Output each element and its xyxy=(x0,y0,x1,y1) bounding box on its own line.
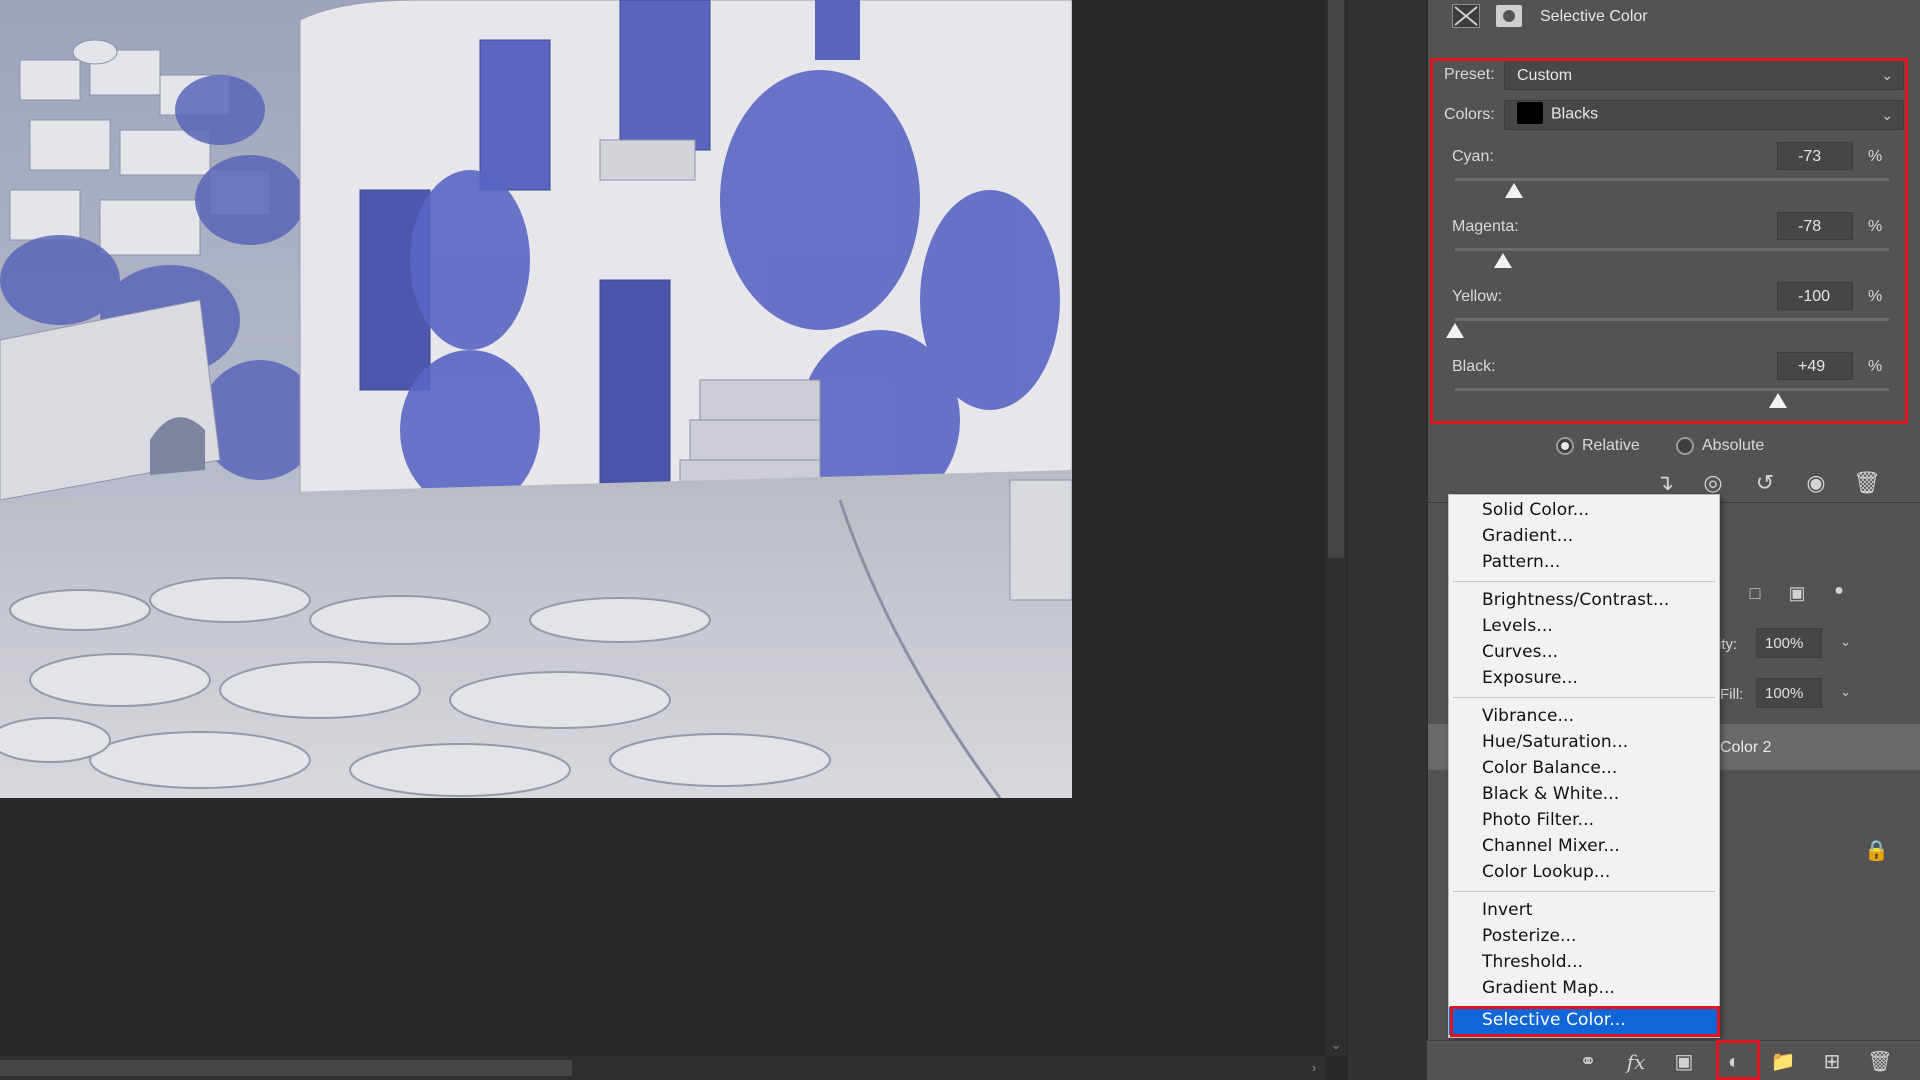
menu-item-pattern[interactable]: Pattern... xyxy=(1449,549,1719,575)
magenta-slider-track[interactable] xyxy=(1455,248,1889,251)
fill-label: Fill: xyxy=(1720,686,1744,703)
preset-value: Custom xyxy=(1517,67,1573,84)
menu-item-brightness-contrast[interactable]: Brightness/Contrast... xyxy=(1449,587,1719,613)
delete-icon[interactable]: 🗑 xyxy=(1852,470,1882,496)
black-value-field[interactable]: +49 xyxy=(1777,352,1853,380)
opacity-value: 100% xyxy=(1765,635,1804,652)
magenta-label: Magenta: xyxy=(1452,218,1519,235)
menu-item-selective-color[interactable]: Selective Color... xyxy=(1449,1007,1719,1035)
adjustment-layer-menu: Solid Color... Gradient... Pattern... Br… xyxy=(1448,494,1720,1038)
magenta-slider-thumb[interactable] xyxy=(1493,253,1512,268)
color-swatch xyxy=(1517,102,1543,124)
menu-item-color-lookup[interactable]: Color Lookup... xyxy=(1449,859,1719,885)
document-artwork[interactable] xyxy=(0,0,1072,798)
add-mask-icon[interactable]: ▣ xyxy=(1669,1049,1699,1075)
yellow-value-field[interactable]: -100 xyxy=(1777,282,1853,310)
scroll-down-arrow-icon[interactable]: ⌄ xyxy=(1329,1038,1343,1052)
lock-artboard-icon[interactable]: □ xyxy=(1740,580,1770,606)
menu-separator xyxy=(1453,581,1715,582)
lock-icon: 🔒 xyxy=(1864,840,1889,862)
magenta-value-field[interactable]: -78 xyxy=(1777,212,1853,240)
document-canvas-area[interactable] xyxy=(0,0,1325,1080)
properties-header: Selective Color xyxy=(1428,0,1920,36)
menu-item-vibrance[interactable]: Vibrance... xyxy=(1449,703,1719,729)
menu-item-invert[interactable]: Invert xyxy=(1449,897,1719,923)
adjustment-layer-icon[interactable] xyxy=(1452,4,1480,28)
menu-separator xyxy=(1453,891,1715,892)
opacity-field[interactable]: 100% ⌄ xyxy=(1756,628,1851,658)
yellow-percent-sign: % xyxy=(1868,288,1883,305)
relative-label: Relative xyxy=(1582,437,1640,454)
menu-item-levels[interactable]: Levels... xyxy=(1449,613,1719,639)
colors-label: Colors: xyxy=(1444,106,1495,123)
colors-dropdown[interactable]: Blacks ⌄ xyxy=(1504,100,1904,130)
scroll-right-arrow-icon[interactable]: › xyxy=(1307,1061,1321,1075)
new-group-icon[interactable]: 📁 xyxy=(1768,1049,1798,1075)
layer-mask-icon[interactable] xyxy=(1496,5,1522,27)
menu-item-hue-saturation[interactable]: Hue/Saturation... xyxy=(1449,729,1719,755)
clip-to-layer-icon[interactable]: ↴ xyxy=(1650,470,1680,496)
menu-item-color-balance[interactable]: Color Balance... xyxy=(1449,755,1719,781)
cyan-slider-track[interactable] xyxy=(1455,178,1889,181)
fx-icon[interactable]: fx xyxy=(1621,1049,1651,1075)
black-slider-thumb[interactable] xyxy=(1769,393,1788,408)
menu-item-channel-mixer[interactable]: Channel Mixer... xyxy=(1449,833,1719,859)
menu-item-photo-filter[interactable]: Photo Filter... xyxy=(1449,807,1719,833)
cyan-label: Cyan: xyxy=(1452,148,1494,165)
vertical-scrollbar[interactable]: ⌄ xyxy=(1325,0,1347,1056)
layer-name: Color 2 xyxy=(1720,739,1772,756)
new-layer-icon[interactable]: ⊞ xyxy=(1817,1049,1847,1075)
absolute-radio[interactable] xyxy=(1676,437,1694,455)
properties-title: Selective Color xyxy=(1540,8,1648,25)
chevron-down-icon[interactable]: ⌄ xyxy=(1840,634,1851,650)
yellow-slider-thumb[interactable] xyxy=(1446,323,1464,338)
vertical-scrollbar-thumb[interactable] xyxy=(1328,0,1344,558)
preset-label: Preset: xyxy=(1444,66,1495,83)
horizontal-scrollbar[interactable]: › xyxy=(0,1056,1325,1080)
new-adjustment-layer-icon[interactable]: ◐ xyxy=(1719,1049,1749,1075)
chevron-down-icon: ⌄ xyxy=(1881,107,1893,123)
menu-item-gradient[interactable]: Gradient... xyxy=(1449,523,1719,549)
menu-item-exposure[interactable]: Exposure... xyxy=(1449,665,1719,691)
absolute-label: Absolute xyxy=(1702,437,1765,454)
menu-item-curves[interactable]: Curves... xyxy=(1449,639,1719,665)
cyan-percent-sign: % xyxy=(1868,148,1883,165)
opacity-label: ity: xyxy=(1718,636,1738,653)
menu-item-threshold[interactable]: Threshold... xyxy=(1449,949,1719,975)
lock-all-icon[interactable]: ● xyxy=(1824,578,1854,604)
preset-dropdown[interactable]: Custom ⌄ xyxy=(1504,60,1904,90)
view-previous-state-icon[interactable]: ◎ xyxy=(1698,470,1728,496)
cyan-value-field[interactable]: -73 xyxy=(1777,142,1853,170)
menu-item-solid-color[interactable]: Solid Color... xyxy=(1449,497,1719,523)
panel-dock-strip xyxy=(1347,0,1427,1080)
magenta-percent-sign: % xyxy=(1868,218,1883,235)
relative-radio[interactable] xyxy=(1556,437,1574,455)
black-label: Black: xyxy=(1452,358,1496,375)
layers-bottom-bar: ⚭ fx ▣ ◐ 📁 ⊞ 🗑 xyxy=(1427,1040,1920,1080)
menu-item-gradient-map[interactable]: Gradient Map... xyxy=(1449,975,1719,1001)
chevron-down-icon: ⌄ xyxy=(1881,67,1893,83)
colors-value: Blacks xyxy=(1551,105,1599,123)
horizontal-scrollbar-thumb[interactable] xyxy=(0,1060,572,1076)
fill-value: 100% xyxy=(1765,685,1804,702)
menu-item-posterize[interactable]: Posterize... xyxy=(1449,923,1719,949)
lock-position-icon[interactable]: ▣ xyxy=(1782,580,1812,606)
fill-field[interactable]: 100% ⌄ xyxy=(1756,678,1851,708)
yellow-label: Yellow: xyxy=(1452,288,1503,305)
black-slider-track[interactable] xyxy=(1455,388,1889,391)
menu-item-black-white[interactable]: Black & White... xyxy=(1449,781,1719,807)
reset-icon[interactable]: ↺ xyxy=(1750,470,1780,496)
visibility-eye-icon[interactable]: ◉ xyxy=(1801,470,1831,496)
chevron-down-icon[interactable]: ⌄ xyxy=(1840,684,1851,700)
photoshop-workspace: ⌄ › Selective Color Preset: Custom ⌄ Col… xyxy=(0,0,1920,1080)
menu-separator xyxy=(1453,697,1715,698)
cyan-slider-thumb[interactable] xyxy=(1504,183,1523,198)
delete-layer-icon[interactable]: 🗑 xyxy=(1865,1049,1895,1075)
link-layers-icon[interactable]: ⚭ xyxy=(1573,1049,1603,1075)
black-percent-sign: % xyxy=(1868,358,1883,375)
yellow-slider-track[interactable] xyxy=(1455,318,1889,321)
